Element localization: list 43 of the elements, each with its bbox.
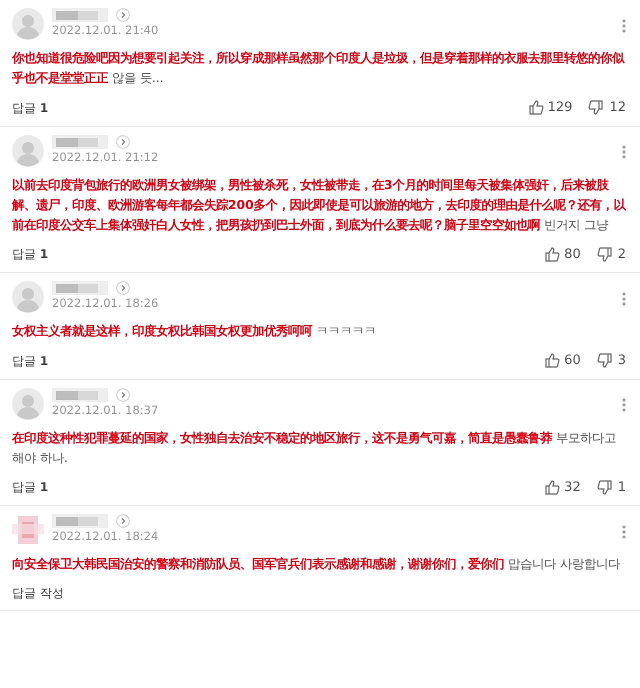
reply-button[interactable]: 답글 작성 — [12, 584, 64, 602]
chevron-icon[interactable] — [116, 134, 130, 148]
reply-button[interactable]: 답글 1 — [12, 245, 48, 264]
thumbs-up-icon — [543, 478, 560, 496]
dislike-button[interactable]: 12 — [588, 98, 626, 118]
comment-date: 2022.12.01. 18:37 — [52, 402, 160, 418]
dislike-button[interactable]: 2 — [596, 244, 626, 264]
like-button[interactable]: 80 — [543, 244, 581, 264]
thumbs-up-icon — [543, 246, 560, 263]
comment-text: 在印度这种性犯罪蔓延的国家，女性独自去治安不稳定的地区旅行，这不是勇气可嘉，简直是愚蠢鲁莽 부모하다고 해야 하나. — [12, 430, 617, 466]
dislike-button[interactable]: 1 — [596, 478, 626, 497]
like-button[interactable]: 60 — [543, 351, 581, 370]
blurred-name — [52, 514, 108, 528]
dislike-button[interactable]: 3 — [596, 351, 626, 370]
reply-button[interactable]: 답글 1 — [12, 352, 48, 370]
chevron-icon[interactable] — [116, 388, 130, 402]
reply-button[interactable]: 답글 1 — [12, 478, 48, 496]
thumbs-up-icon — [526, 99, 544, 116]
blurred-name — [52, 8, 108, 22]
comment-date: 2022.12.01. 21:40 — [52, 22, 160, 39]
comment-date: 2022.12.01. 18:24 — [52, 528, 160, 545]
comment-date: 2022.12.01. 21:12 — [52, 148, 160, 166]
chevron-icon[interactable] — [116, 514, 130, 528]
comment-text: 女权主义者就是这样，印度女权比韩国女权更加优秀呵呵 ㅋㅋㅋㅋㅋ — [12, 323, 377, 340]
thumbs-down-icon — [596, 478, 614, 496]
chevron-icon[interactable] — [116, 281, 130, 295]
chevron-icon[interactable] — [116, 8, 130, 22]
thumbs-down-icon — [588, 99, 606, 116]
comment-text: 你也知道很危险吧因为想要引起关注，所以穿成那样虽然那个印度人是垃圾，但是穿着那样的衣服去那里转悠的你似乎也不是堂堂正正 않을 듯... — [12, 50, 626, 87]
blurred-name — [52, 134, 108, 148]
like-button[interactable]: 32 — [543, 478, 581, 497]
thumbs-down-icon — [596, 352, 614, 370]
thumbs-down-icon — [596, 246, 614, 263]
comment-date: 2022.12.01. 18:26 — [52, 295, 160, 312]
like-button[interactable]: 129 — [526, 98, 572, 118]
thumbs-up-icon — [543, 352, 560, 370]
comment-text: 向安全保卫大韩民国治安的警察和消防队员、国军官兵们表示感谢和感谢，谢谢你们，爱你们 맙습니다 사랑합니다 — [12, 556, 622, 573]
more-icon[interactable] — [622, 396, 626, 414]
comment-text: 以前去印度背包旅行的欧洲男女被绑架，男性被杀死，女性被带走，在3个月的时间里每天被集体强奸，后来被肢解、遗尸，印度、欧洲游客每年都会失踪200多个，因此即使是可以旅游的地方，去印度的理由是什么呢？还有，以前在印度公交车上集体强奸白人女性，把男孩扔到巴士外面，到底为什么要去呢？脑子里空空如也啊 빈거지 그냥 — [12, 176, 626, 234]
reply-button[interactable]: 답글 1 — [12, 98, 48, 117]
blurred-name — [52, 281, 108, 295]
blurred-name — [52, 388, 108, 402]
more-icon[interactable] — [622, 142, 626, 160]
